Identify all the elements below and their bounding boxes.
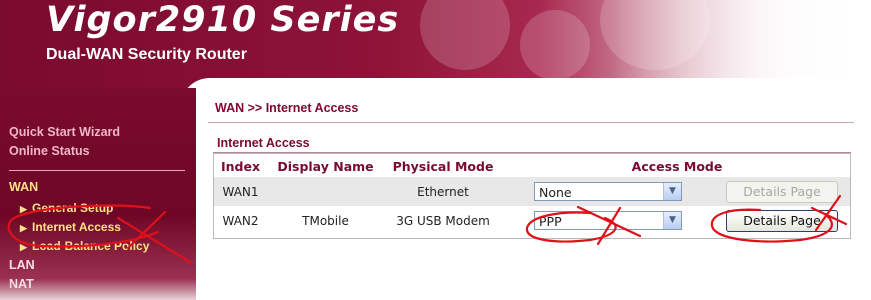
sidebar-item-wan[interactable]: WAN [9, 180, 38, 194]
arrow-right-icon: ▶ [20, 242, 27, 252]
select-value: None [539, 185, 572, 200]
sidebar-item-nat[interactable]: NAT [9, 277, 34, 291]
flower-decoration [420, 0, 510, 70]
breadcrumb: WAN >> Internet Access [215, 101, 359, 115]
details-page-button[interactable]: Details Page [726, 180, 838, 203]
access-mode-cell: None ▼ [503, 177, 713, 206]
divider [213, 152, 851, 153]
sidebar-item-general-setup[interactable]: ▶ General Setup [20, 201, 113, 215]
arrow-right-icon: ▶ [20, 223, 27, 233]
column-header-access-mode: Access Mode [631, 158, 723, 174]
sidebar-divider [9, 170, 185, 171]
details-cell: Details Page [713, 177, 851, 206]
column-header-index: Index [220, 158, 261, 174]
section-title: Internet Access [217, 136, 310, 150]
internet-access-table: Index Display Name Physical Mode Access … [213, 155, 851, 235]
index-cell: WAN2 [213, 206, 268, 235]
arrow-right-icon: ▶ [20, 204, 27, 214]
index-cell: WAN1 [213, 177, 268, 206]
access-mode-select[interactable]: PPP ▼ [534, 211, 682, 230]
sidebar-item-online-status[interactable]: Online Status [9, 144, 90, 158]
physical-mode-cell: 3G USB Modem [383, 206, 503, 235]
table-header-row: Index Display Name Physical Mode Access … [213, 155, 851, 177]
display-name-cell: TMobile [268, 206, 383, 235]
sidebar-item-lan[interactable]: LAN [9, 258, 35, 272]
sidebar-item-label: Internet Access [32, 220, 121, 234]
table-row: WAN1 Ethernet None ▼ Details Page [213, 177, 851, 206]
select-value: PPP [539, 214, 562, 229]
column-header-display-name: Display Name [277, 158, 374, 174]
sidebar-item-quick-start-wizard[interactable]: Quick Start Wizard [9, 125, 120, 139]
details-page-button[interactable]: Details Page [726, 209, 838, 232]
sidebar: Quick Start Wizard Online Status WAN ▶ Ge… [0, 88, 196, 300]
product-subtitle: Dual-WAN Security Router [46, 46, 247, 63]
sidebar-item-internet-access[interactable]: ▶ Internet Access [20, 220, 121, 234]
sidebar-item-label: Load-Balance Policy [32, 239, 150, 253]
chevron-down-icon[interactable]: ▼ [663, 212, 681, 229]
flower-decoration [520, 10, 590, 80]
details-cell: Details Page [713, 206, 851, 235]
display-name-cell [268, 177, 383, 206]
physical-mode-cell: Ethernet [383, 177, 503, 206]
product-title: Vigor2910 Series [46, 0, 400, 40]
sidebar-item-load-balance-policy[interactable]: ▶ Load-Balance Policy [20, 239, 149, 253]
access-mode-cell: PPP ▼ [503, 206, 713, 235]
chevron-down-icon[interactable]: ▼ [663, 183, 681, 200]
table-row: WAN2 TMobile 3G USB Modem PPP ▼ Details P… [213, 206, 851, 235]
sidebar-item-label: General Setup [32, 201, 114, 215]
column-header-physical-mode: Physical Mode [392, 158, 494, 174]
divider [208, 122, 854, 123]
access-mode-select[interactable]: None ▼ [534, 182, 682, 201]
